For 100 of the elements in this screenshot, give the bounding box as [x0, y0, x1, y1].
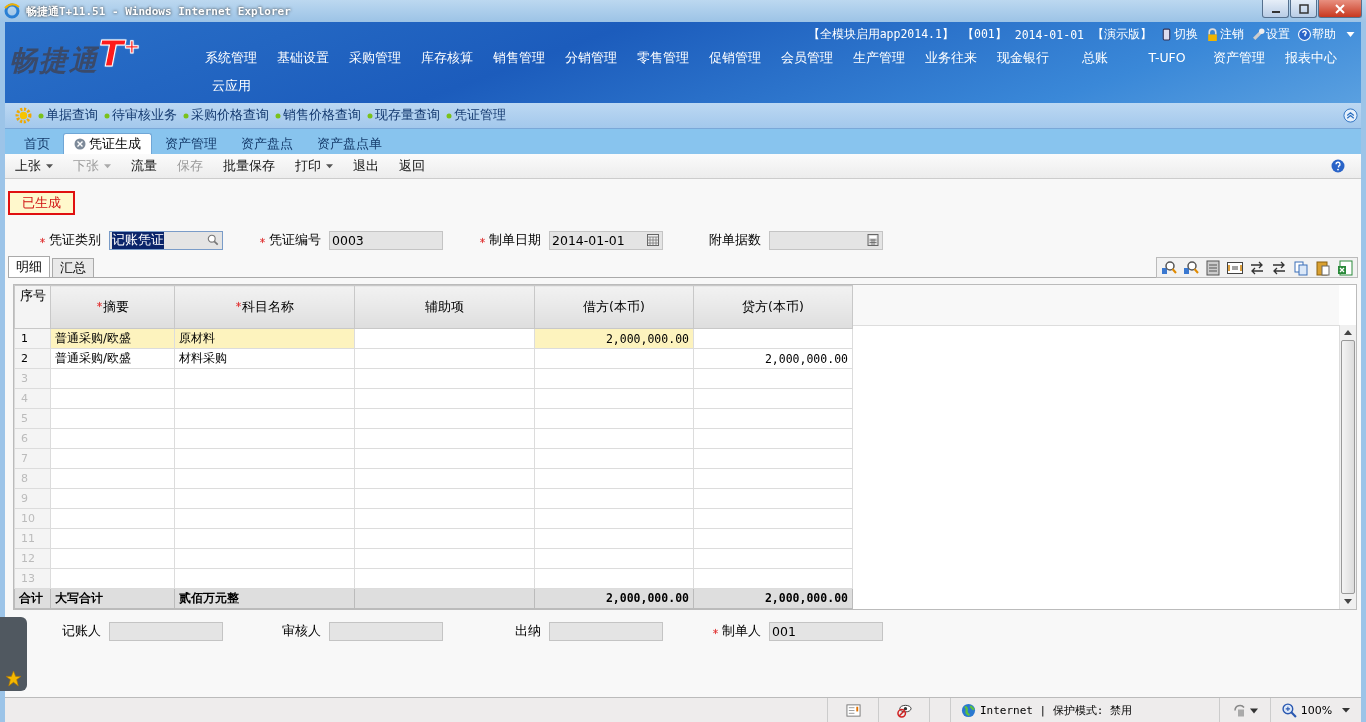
tab[interactable]: 汇总: [52, 258, 94, 277]
nav-menu-item[interactable]: 资产管理: [1203, 47, 1275, 75]
dot-icon[interactable]: [104, 112, 110, 119]
nav-menu-item[interactable]: 分销管理: [555, 47, 627, 75]
input-field[interactable]: [769, 230, 883, 250]
close-button[interactable]: [1318, 0, 1362, 18]
row-number: 3: [14, 368, 51, 389]
calendar-icon[interactable]: [647, 234, 659, 246]
toolbar-button[interactable]: 批量保存: [215, 155, 283, 177]
quick-link[interactable]: 现存量查询: [367, 107, 440, 124]
nav-menu-item[interactable]: 总账: [1059, 47, 1131, 75]
nav-menu-item[interactable]: 促销管理: [699, 47, 771, 75]
nav-menu-item[interactable]: 基础设置: [267, 47, 339, 75]
input-field[interactable]: [549, 621, 663, 641]
quick-link[interactable]: 待审核业务: [104, 107, 177, 124]
quick-link[interactable]: 单据查询: [38, 107, 98, 124]
tab[interactable]: 首页: [13, 133, 61, 154]
lock-icon[interactable]: [1206, 28, 1219, 41]
nav-menu-item[interactable]: 采购管理: [339, 47, 411, 75]
toolbar-button[interactable]: 上张: [7, 155, 61, 177]
input-field[interactable]: 2014-01-01: [549, 230, 663, 250]
maximize-icon[interactable]: [1298, 3, 1309, 14]
star-icon[interactable]: [5, 670, 22, 687]
input-field[interactable]: 001: [769, 621, 883, 641]
scrollbar[interactable]: [1339, 325, 1356, 609]
spreadsheet-icon[interactable]: [1337, 259, 1353, 276]
equals-icon[interactable]: [1227, 259, 1243, 276]
privacy-blocked-icon[interactable]: [896, 702, 912, 718]
dot-icon[interactable]: [38, 112, 44, 119]
zoom-level[interactable]: 100%: [1300, 703, 1333, 717]
nav-menu-item[interactable]: 云应用: [195, 75, 267, 103]
find-icon[interactable]: [1161, 259, 1177, 276]
row-number: 2: [14, 348, 51, 369]
column-header: 摘要: [50, 285, 175, 329]
tab[interactable]: 资产盘点: [230, 133, 304, 154]
page-alert-icon[interactable]: [845, 702, 861, 718]
security-lock-icon[interactable]: [1232, 702, 1258, 718]
caret-icon[interactable]: [46, 163, 53, 169]
scroll-thumb[interactable]: [1341, 340, 1355, 594]
dot-icon[interactable]: [446, 112, 452, 119]
field-label: 凭证编号: [269, 231, 321, 249]
zoom-icon[interactable]: [1281, 702, 1297, 718]
tab[interactable]: 凭证生成: [63, 133, 152, 154]
calculator-icon[interactable]: [867, 234, 879, 246]
tab[interactable]: 资产盘点单: [306, 133, 393, 154]
input-field[interactable]: [109, 621, 223, 641]
caret-icon[interactable]: [326, 163, 333, 169]
nav-menu-item[interactable]: 库存核算: [411, 47, 483, 75]
nav-menu-item[interactable]: T-UFO: [1131, 47, 1203, 75]
collapse-icon[interactable]: [1343, 108, 1358, 123]
nav-menu-item[interactable]: 销售管理: [483, 47, 555, 75]
swap-icon[interactable]: [1271, 259, 1287, 276]
toolbar-button[interactable]: 退出: [345, 155, 387, 177]
tab[interactable]: 明细: [8, 256, 50, 277]
dot-icon[interactable]: [183, 112, 189, 119]
find-icon[interactable]: [1183, 259, 1199, 276]
nav-menu-item[interactable]: 会员管理: [771, 47, 843, 75]
quick-link[interactable]: 采购价格查询: [183, 107, 269, 124]
nav-menu-item[interactable]: 现金银行: [987, 47, 1059, 75]
nav-menu-item[interactable]: 业务往来: [915, 47, 987, 75]
scroll-up-icon[interactable]: [1344, 330, 1352, 335]
minimize-button[interactable]: [1262, 0, 1289, 18]
dot-icon[interactable]: [367, 112, 373, 119]
dropdown-caret-icon[interactable]: [1342, 707, 1351, 713]
tab[interactable]: 资产管理: [154, 133, 228, 154]
nav-menu-item[interactable]: 生产管理: [843, 47, 915, 75]
favorites-tab[interactable]: [0, 617, 27, 691]
security-zone: Internet | 保护模式: 禁用: [980, 702, 1133, 718]
input-field[interactable]: 0003: [329, 230, 443, 250]
input-field[interactable]: 记账凭证: [109, 230, 223, 250]
close-icon[interactable]: [1335, 3, 1345, 14]
quick-link[interactable]: 销售价格查询: [275, 107, 361, 124]
header-link[interactable]: 帮助: [1298, 26, 1336, 43]
nav-menu-item[interactable]: 系统管理: [195, 47, 267, 75]
input-field[interactable]: [329, 621, 443, 641]
close-icon[interactable]: [74, 138, 86, 150]
copy-icon[interactable]: [1293, 259, 1309, 276]
calculator-icon[interactable]: [1205, 259, 1221, 276]
header-link[interactable]: 切换: [1160, 26, 1198, 43]
table-cell: 合计: [14, 588, 51, 609]
nav-menu-item[interactable]: 零售管理: [627, 47, 699, 75]
toolbar-button[interactable]: 返回: [391, 155, 433, 177]
maximize-button[interactable]: [1290, 0, 1317, 18]
search-icon[interactable]: [207, 234, 219, 246]
swap-icon[interactable]: [1249, 259, 1265, 276]
scroll-down-icon[interactable]: [1344, 599, 1352, 604]
header-link[interactable]: 注销: [1206, 26, 1244, 43]
help-icon[interactable]: [1298, 28, 1311, 41]
nav-menu-item[interactable]: 报表中心: [1275, 47, 1347, 75]
toolbar-button[interactable]: 打印: [287, 155, 341, 177]
toolbar-button[interactable]: 流量: [123, 155, 165, 177]
quick-link[interactable]: 凭证管理: [446, 107, 506, 124]
paste-icon[interactable]: [1315, 259, 1331, 276]
settings-icon[interactable]: [1252, 28, 1265, 41]
dot-icon[interactable]: [275, 112, 281, 119]
header-link[interactable]: 设置: [1252, 26, 1290, 43]
row-number: 13: [14, 568, 51, 589]
phone-icon[interactable]: [1160, 28, 1173, 41]
help-icon[interactable]: [1331, 159, 1345, 173]
row-number: 4: [14, 388, 51, 409]
